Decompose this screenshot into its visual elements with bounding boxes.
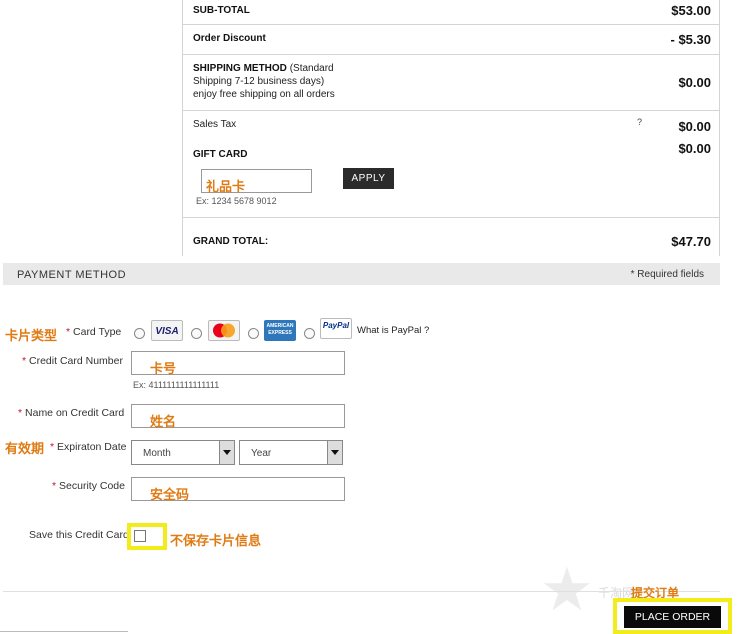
card-type-annotation: 卡片类型 — [5, 328, 58, 343]
mastercard-radio[interactable] — [191, 328, 202, 339]
save-card-label: Save this Credit Card — [29, 529, 127, 541]
save-card-checkbox[interactable] — [134, 530, 146, 542]
discount-value: - $5.30 — [670, 32, 711, 47]
divider — [0, 631, 128, 632]
save-card-highlight — [127, 523, 167, 550]
subtotal-value: $53.00 — [671, 3, 711, 18]
place-order-button[interactable]: PLACE ORDER — [624, 606, 721, 628]
tax-help-icon[interactable]: ? — [637, 117, 642, 127]
apply-button[interactable]: APPLY — [343, 168, 394, 189]
mastercard-icon — [208, 320, 240, 341]
mastercard-circles — [213, 323, 235, 338]
expiry-annotation: 有效期 — [5, 441, 45, 456]
payment-method-header: PAYMENT METHOD * Required fields — [3, 263, 720, 285]
giftcard-value: $0.00 — [678, 141, 711, 156]
giftcard-label: GIFT CARD — [193, 149, 248, 160]
subtotal-label: SUB-TOTAL — [193, 5, 250, 16]
card-number-input[interactable]: 卡号 — [131, 351, 345, 376]
shipping-row: SHIPPING METHOD (Standard Shipping 7-12 … — [183, 55, 719, 111]
security-code-annotation: 安全码 — [150, 487, 190, 502]
chevron-down-icon — [219, 441, 234, 464]
shipping-detail: enjoy free shipping on all orders — [193, 89, 335, 100]
year-select[interactable]: Year — [239, 440, 343, 465]
paypal-radio[interactable] — [304, 328, 315, 339]
card-type-label: * Card Type — [66, 326, 122, 338]
card-number-label: * Credit Card Number — [22, 355, 123, 367]
order-summary: SUB-TOTAL $53.00 Order Discount - $5.30 … — [182, 0, 720, 256]
giftcard-input-annotation: 礼品卡 — [206, 179, 246, 194]
grand-total-label: GRAND TOTAL: — [193, 236, 269, 247]
save-card-annotation: 不保存卡片信息 — [170, 533, 262, 548]
card-number-annotation: 卡号 — [150, 361, 177, 376]
discount-label: Order Discount — [193, 33, 266, 44]
year-select-value: Year — [251, 448, 272, 459]
visa-radio[interactable] — [134, 328, 145, 339]
name-annotation: 姓名 — [150, 414, 177, 429]
month-select[interactable]: Month — [131, 440, 235, 465]
what-is-paypal-link[interactable]: What is PayPal ? — [357, 325, 429, 336]
visa-icon: VISA — [151, 320, 183, 341]
divider — [3, 591, 720, 592]
name-input[interactable]: 姓名 — [131, 404, 345, 429]
watermark-star-icon: ★ — [540, 556, 594, 623]
discount-row: Order Discount - $5.30 — [183, 25, 719, 55]
security-code-input[interactable]: 安全码 — [131, 477, 345, 502]
tax-value: $0.00 — [678, 119, 711, 134]
payment-method-title: PAYMENT METHOD — [17, 269, 127, 281]
paypal-icon: PayPal — [320, 318, 352, 339]
tax-label: Sales Tax — [193, 119, 237, 130]
shipping-detail: (Standard — [289, 63, 334, 74]
month-select-value: Month — [143, 448, 171, 459]
required-fields-note: * Required fields — [630, 269, 704, 280]
chevron-down-icon — [327, 441, 342, 464]
giftcard-input[interactable]: 礼品卡 — [201, 169, 312, 194]
giftcard-example: Ex: 1234 5678 9012 — [196, 196, 277, 206]
card-number-example: Ex: 4111111111111111 — [133, 380, 220, 390]
security-code-label: * Security Code — [52, 480, 125, 492]
amex-radio[interactable] — [248, 328, 259, 339]
shipping-description: SHIPPING METHOD (Standard Shipping 7-12 … — [193, 62, 493, 101]
amex-icon: AMERICAN EXPRESS — [264, 320, 296, 341]
subtotal-row: SUB-TOTAL $53.00 — [183, 0, 719, 25]
name-label: * Name on Credit Card — [18, 407, 125, 419]
shipping-label: SHIPPING METHOD — [193, 63, 287, 74]
shipping-detail: Shipping 7-12 business days) — [193, 76, 325, 87]
grand-total-value: $47.70 — [671, 234, 711, 249]
expiry-label: * Expiraton Date — [50, 441, 127, 453]
shipping-value: $0.00 — [678, 75, 711, 90]
